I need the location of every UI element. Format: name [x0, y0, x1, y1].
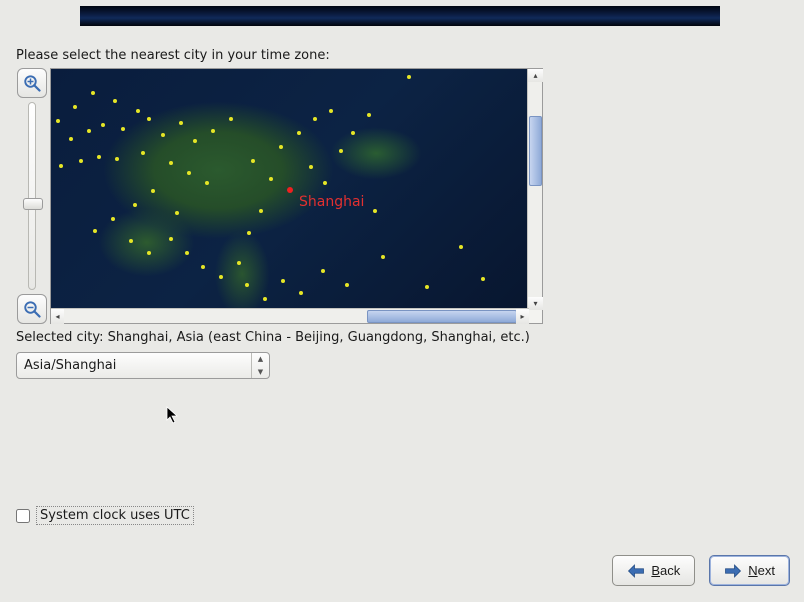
city-dot[interactable]	[425, 285, 429, 289]
back-button[interactable]: Back	[612, 555, 695, 586]
city-dot[interactable]	[169, 161, 173, 165]
city-dot[interactable]	[147, 251, 151, 255]
timezone-select[interactable]: Asia/Shanghai ▲ ▼	[16, 352, 270, 379]
city-dot[interactable]	[133, 203, 137, 207]
city-dot[interactable]	[187, 171, 191, 175]
city-dot[interactable]	[185, 251, 189, 255]
zoom-controls	[16, 68, 48, 324]
mouse-cursor	[166, 406, 180, 428]
city-dot[interactable]	[323, 181, 327, 185]
selected-city-text: Selected city: Shanghai, Asia (east Chin…	[16, 330, 530, 345]
zoom-in-icon	[23, 74, 41, 92]
zoom-out-button[interactable]	[17, 294, 47, 324]
timezone-select-value[interactable]: Asia/Shanghai	[17, 353, 251, 378]
city-dot[interactable]	[161, 133, 165, 137]
city-dot[interactable]	[339, 149, 343, 153]
utc-checkbox-row: System clock uses UTC	[16, 506, 194, 525]
city-dot[interactable]	[136, 109, 140, 113]
city-dot[interactable]	[313, 117, 317, 121]
city-dot[interactable]	[321, 269, 325, 273]
city-dot[interactable]	[299, 291, 303, 295]
city-dot[interactable]	[211, 129, 215, 133]
city-dot[interactable]	[263, 297, 267, 301]
chevron-up-icon: ▲	[252, 353, 269, 366]
zoom-in-button[interactable]	[17, 68, 47, 98]
city-dot[interactable]	[121, 127, 125, 131]
arrow-right-icon	[724, 563, 742, 579]
city-dot[interactable]	[59, 164, 63, 168]
city-dot[interactable]	[87, 129, 91, 133]
city-dot[interactable]	[93, 229, 97, 233]
city-dot[interactable]	[297, 131, 301, 135]
city-dot[interactable]	[373, 209, 377, 213]
city-dot[interactable]	[79, 159, 83, 163]
scroll-down-button[interactable]: ▾	[528, 297, 543, 310]
hscroll-thumb[interactable]	[367, 310, 517, 323]
prompt-text: Please select the nearest city in your t…	[16, 48, 330, 63]
city-dot[interactable]	[151, 189, 155, 193]
zoom-out-icon	[23, 300, 41, 318]
city-dot[interactable]	[381, 255, 385, 259]
city-dot[interactable]	[91, 91, 95, 95]
scroll-right-button[interactable]: ▸	[516, 309, 529, 324]
city-dot[interactable]	[259, 209, 263, 213]
map-vertical-scrollbar[interactable]: ▴ ▾	[527, 69, 542, 310]
zoom-slider-thumb[interactable]	[23, 198, 43, 210]
city-dot[interactable]	[247, 231, 251, 235]
city-dot[interactable]	[73, 105, 77, 109]
next-button-label: Next	[748, 563, 775, 578]
city-dot[interactable]	[97, 155, 101, 159]
city-dot[interactable]	[237, 261, 241, 265]
utc-checkbox[interactable]	[16, 509, 30, 523]
city-dot[interactable]	[69, 137, 73, 141]
city-dot[interactable]	[245, 283, 249, 287]
city-dot[interactable]	[205, 181, 209, 185]
timezone-map[interactable]: Shanghai ▴ ▾ ◂ ▸	[50, 68, 543, 324]
utc-checkbox-label[interactable]: System clock uses UTC	[36, 506, 194, 525]
city-dot[interactable]	[115, 157, 119, 161]
city-dot[interactable]	[141, 151, 145, 155]
zoom-slider-track[interactable]	[28, 102, 36, 290]
timezone-select-spinner[interactable]: ▲ ▼	[251, 353, 269, 378]
arrow-left-icon	[627, 563, 645, 579]
city-dot[interactable]	[175, 211, 179, 215]
map-horizontal-scrollbar[interactable]: ◂ ▸	[51, 308, 529, 323]
city-dot[interactable]	[351, 131, 355, 135]
selected-city-marker	[287, 187, 293, 193]
city-dot[interactable]	[101, 123, 105, 127]
city-dot[interactable]	[269, 177, 273, 181]
city-dot[interactable]	[179, 121, 183, 125]
city-dot[interactable]	[279, 145, 283, 149]
header-banner	[80, 6, 720, 26]
city-dot[interactable]	[329, 109, 333, 113]
vscroll-thumb[interactable]	[529, 116, 542, 186]
scroll-left-button[interactable]: ◂	[51, 309, 64, 324]
selected-city-label: Shanghai	[299, 194, 364, 210]
city-dot[interactable]	[367, 113, 371, 117]
city-dot[interactable]	[481, 277, 485, 281]
city-dot[interactable]	[229, 117, 233, 121]
city-dot[interactable]	[219, 275, 223, 279]
city-dot[interactable]	[345, 283, 349, 287]
city-dot[interactable]	[56, 119, 60, 123]
next-button[interactable]: Next	[709, 555, 790, 586]
back-button-label: Back	[651, 563, 680, 578]
city-dot[interactable]	[281, 279, 285, 283]
map-canvas[interactable]: Shanghai	[51, 69, 529, 310]
city-dot[interactable]	[147, 117, 151, 121]
scroll-up-button[interactable]: ▴	[528, 69, 543, 82]
city-dot[interactable]	[169, 237, 173, 241]
city-dot[interactable]	[407, 75, 411, 79]
vscroll-track[interactable]	[528, 82, 542, 297]
city-dot[interactable]	[459, 245, 463, 249]
city-dot[interactable]	[111, 217, 115, 221]
city-dot[interactable]	[129, 239, 133, 243]
city-dot[interactable]	[201, 265, 205, 269]
chevron-down-icon: ▼	[252, 366, 269, 379]
city-dot[interactable]	[309, 165, 313, 169]
nav-buttons: Back Next	[612, 555, 790, 586]
city-dot[interactable]	[193, 139, 197, 143]
city-dot[interactable]	[113, 99, 117, 103]
city-dot[interactable]	[251, 159, 255, 163]
